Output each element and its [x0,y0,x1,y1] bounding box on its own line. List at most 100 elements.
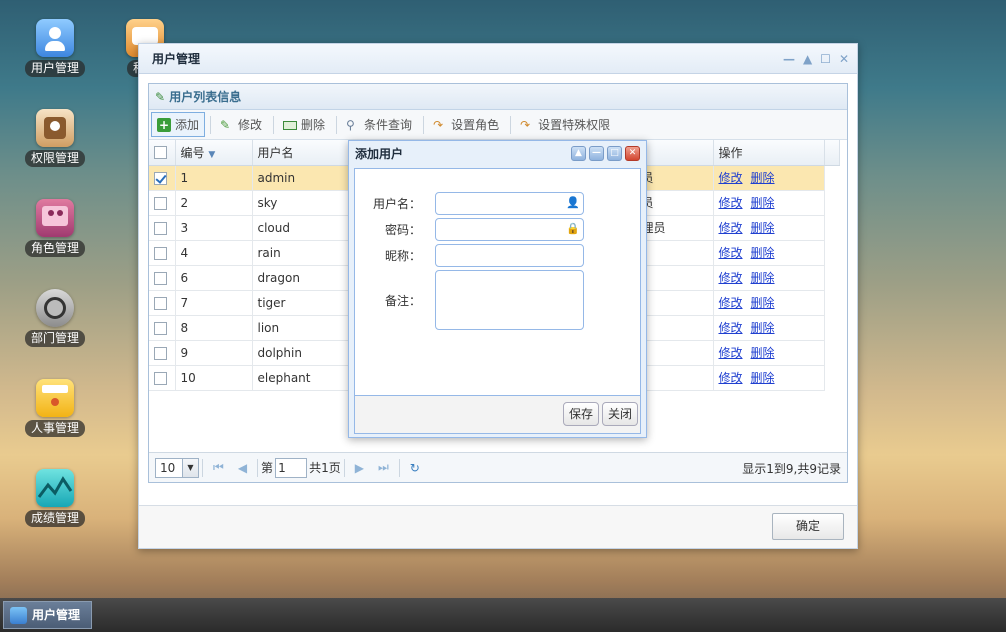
delete-link[interactable]: 删除 [751,271,775,285]
add-button[interactable]: + 添加 [151,112,206,137]
delete-link[interactable]: 删除 [751,171,775,185]
close-icon[interactable]: ✕ [625,146,640,161]
delete-link[interactable]: 删除 [751,221,775,235]
page-size-select[interactable]: 10 ▼ [155,457,199,478]
row-checkbox[interactable] [154,171,167,185]
edit-label: 修改 [238,118,263,132]
desktop-icon-department[interactable]: 部门管理 [17,289,93,347]
close-icon[interactable]: ✕ [839,44,849,74]
save-button[interactable]: 保存 [563,402,600,426]
desktop-icon-user-management[interactable]: 用户管理 [17,19,93,77]
cell-filler [824,265,839,290]
row-checkbox-cell[interactable] [149,365,176,391]
next-page-icon[interactable]: ▶ [355,461,364,475]
edit-link[interactable]: 修改 [719,296,743,310]
nickname-input[interactable] [435,244,584,267]
permission-icon [36,109,74,147]
dialog-body: 用户名： 👤 密码： 🔒 昵称： 备注： [354,168,641,396]
remark-row: 备注： [355,270,584,330]
row-checkbox-cell[interactable] [149,340,176,366]
delete-button[interactable]: 删除 [277,112,331,137]
edit-link[interactable]: 修改 [719,321,743,335]
row-checkbox[interactable] [154,271,167,285]
taskbar-item-user-management[interactable]: 用户管理 [3,601,92,629]
chevron-down-icon[interactable]: ▼ [182,458,198,477]
first-page-icon[interactable]: ⏮ [213,460,224,475]
cell-id: 1 [175,165,253,191]
row-checkbox[interactable] [154,371,167,385]
row-checkbox-cell[interactable] [149,190,176,216]
cell-id: 8 [175,315,253,341]
edit-link[interactable]: 修改 [719,346,743,360]
delete-link[interactable]: 删除 [751,196,775,210]
pager-divider [202,458,203,477]
dialog-titlebar[interactable]: 添加用户 ▲ — □ ✕ [349,141,646,167]
desktop-icon-label: 人事管理 [24,420,85,437]
minimize-icon[interactable]: — [589,146,604,161]
row-checkbox[interactable] [154,346,167,360]
edit-link[interactable]: 修改 [719,196,743,210]
refresh-icon[interactable]: ↻ [410,461,420,475]
page-number-input[interactable]: 1 [275,457,308,478]
ok-button[interactable]: 确定 [772,513,844,540]
page-size-value: 10 [160,460,176,475]
remark-textarea[interactable] [435,270,584,330]
last-page-icon[interactable]: ⏭ [378,460,389,475]
edit-link[interactable]: 修改 [719,221,743,235]
set-special-permission-button[interactable]: ↷ 设置特殊权限 [514,112,616,137]
column-header-id[interactable]: 编号 ▼ [175,140,253,166]
pagination-bar: 10 ▼ ⏮ ◀ 第 1 共1页 ▶ ⏭ ↻ 显示1到9,共9记录 [149,452,847,482]
toolbar-divider [210,115,212,134]
set-role-button[interactable]: ↷ 设置角色 [427,112,505,137]
desktop-icon-label: 部门管理 [24,330,85,347]
delete-link[interactable]: 删除 [751,321,775,335]
collapse-icon[interactable]: ▲ [571,146,586,161]
minus-icon [283,121,298,130]
desktop-icon-permission[interactable]: 权限管理 [17,109,93,167]
edit-link[interactable]: 修改 [719,246,743,260]
row-checkbox[interactable] [154,296,167,310]
column-header-username[interactable]: 用户名 [252,140,349,166]
window-footer: 确定 [139,505,857,548]
row-checkbox-cell[interactable] [149,215,176,241]
maximize-icon[interactable]: ☐ [820,44,831,74]
pager-divider [398,458,400,477]
cell-username: elephant [252,365,349,391]
desktop-icon-role[interactable]: 角色管理 [17,199,93,257]
cell-actions: 修改 删除 [713,215,825,241]
edit-link[interactable]: 修改 [719,271,743,285]
edit-link[interactable]: 修改 [719,371,743,385]
edit-button[interactable]: ✎ 修改 [214,112,268,137]
delete-link[interactable]: 删除 [751,371,775,385]
close-button[interactable]: 关闭 [602,402,639,426]
delete-link[interactable]: 删除 [751,296,775,310]
minimize-icon[interactable]: — [783,44,795,74]
row-checkbox-cell[interactable] [149,265,176,291]
username-input[interactable]: 👤 [435,192,584,215]
dialog-footer: 保存 关闭 [354,396,641,434]
row-checkbox-cell[interactable] [149,315,176,341]
edit-link[interactable]: 修改 [719,171,743,185]
row-checkbox[interactable] [154,196,167,210]
password-input[interactable]: 🔒 [435,218,584,241]
row-checkbox-cell[interactable] [149,240,176,266]
column-header-actions: 操作 [713,140,825,166]
prev-page-icon[interactable]: ◀ [238,461,247,475]
desktop-icon-hr[interactable]: 人事管理 [17,379,93,437]
delete-link[interactable]: 删除 [751,346,775,360]
select-all-cell[interactable] [149,140,176,166]
toolbar-divider [273,115,275,134]
collapse-icon[interactable]: ▲ [803,44,812,74]
row-checkbox[interactable] [154,221,167,235]
delete-link[interactable]: 删除 [751,246,775,260]
window-titlebar[interactable]: 用户管理 — ▲ ☐ ✕ [139,44,857,74]
search-button[interactable]: ⚲ 条件查询 [340,112,418,137]
maximize-icon[interactable]: □ [607,146,622,161]
row-checkbox[interactable] [154,246,167,260]
select-all-checkbox[interactable] [154,146,167,160]
row-checkbox-cell[interactable] [149,290,176,316]
row-checkbox[interactable] [154,321,167,335]
desktop-icon-grades[interactable]: 成绩管理 [17,469,93,527]
nickname-label: 昵称： [384,249,421,263]
row-checkbox-cell[interactable] [149,165,176,191]
